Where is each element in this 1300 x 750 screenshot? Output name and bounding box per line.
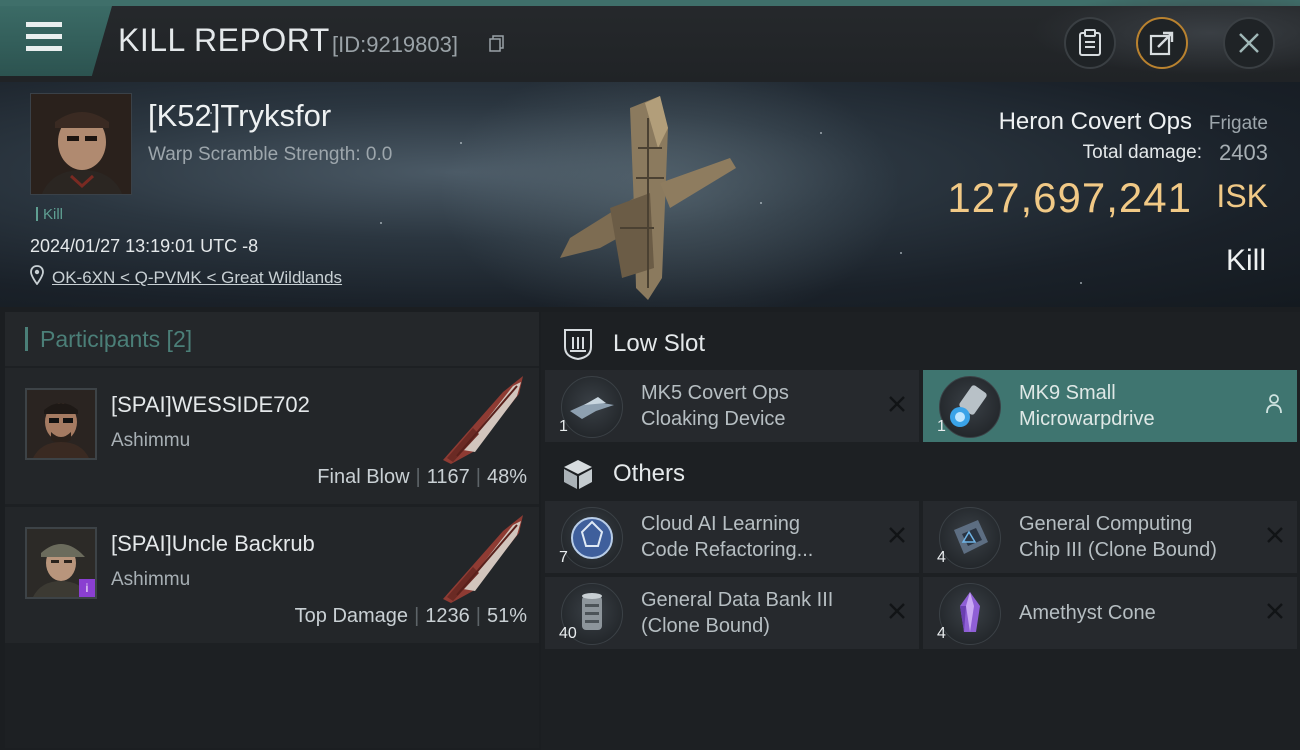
menu-icon[interactable] xyxy=(26,22,62,52)
close-icon xyxy=(1239,33,1259,53)
item-name-line1: Amethyst Cone xyxy=(1019,602,1156,624)
ai-learning-sphere-icon xyxy=(561,507,623,569)
participant-ship: Ashimmu xyxy=(111,569,191,590)
report-id: [ID:9219803] xyxy=(332,32,458,57)
page-title: KILL REPORT xyxy=(118,22,330,58)
participant-damage: 1167 xyxy=(426,466,470,488)
participant-damage: 1236 xyxy=(425,605,470,627)
participant-name[interactable]: [SPAI]WESSIDE702 xyxy=(111,392,310,418)
item-slot[interactable]: 7 Cloud AI Learning Code Refactoring... xyxy=(545,501,919,573)
item-name-line2: Microwarpdrive xyxy=(1019,408,1155,430)
item-quantity: 4 xyxy=(937,549,946,566)
warp-scramble-strength: Warp Scramble Strength: 0.0 xyxy=(148,144,393,165)
victim-hero: [K52]Tryksfor Warp Scramble Strength: 0.… xyxy=(0,82,1300,307)
participant-stats: Top Damage | 1236 | 51% xyxy=(294,605,527,627)
others-header: Others xyxy=(541,446,1300,500)
item-name-line1: Cloud AI Learning xyxy=(641,513,801,535)
victim-ship-name[interactable]: Heron Covert Ops xyxy=(999,108,1192,136)
avatar xyxy=(27,390,95,458)
close-button[interactable] xyxy=(1223,17,1275,69)
star xyxy=(760,202,762,204)
participants-title: Participants [2] xyxy=(25,326,192,353)
victim-portrait[interactable] xyxy=(30,93,132,195)
kill-tag: Kill xyxy=(36,206,63,223)
low-slot-icon xyxy=(564,329,592,361)
item-name-line2: Code Refactoring... xyxy=(641,539,814,561)
clipboard-button[interactable] xyxy=(1064,17,1116,69)
participant-stats: Final Blow | 1167 | 48% xyxy=(317,466,527,488)
star xyxy=(900,252,902,254)
participant-percent: 48% xyxy=(486,466,527,488)
low-slot-header: Low Slot xyxy=(541,316,1300,370)
kill-result: Kill xyxy=(1225,244,1266,277)
victim-ship-image xyxy=(560,96,736,300)
location-pin-icon xyxy=(30,265,44,285)
cube-icon xyxy=(564,460,592,489)
item-name-line1: MK5 Covert Ops xyxy=(641,382,789,404)
items-panel: Low Slot 1 MK5 Covert Ops Cloaking Devic… xyxy=(541,312,1300,750)
low-slot-title: Low Slot xyxy=(613,330,706,357)
participant-row[interactable]: [SPAI]WESSIDE702 Ashimmu Final Blow | 1167… xyxy=(5,368,539,504)
star xyxy=(380,222,382,224)
share-button[interactable] xyxy=(1136,17,1188,69)
item-quantity: 1 xyxy=(559,418,568,435)
microwarpdrive-icon xyxy=(939,376,1001,438)
star xyxy=(820,132,822,134)
others-title: Others xyxy=(613,460,686,487)
avatar xyxy=(31,94,131,194)
participant-ship-image xyxy=(443,515,523,603)
total-damage-label: Total damage: xyxy=(1082,142,1202,163)
top-bar: KILL REPORT [ID:9219803] xyxy=(0,0,1300,82)
item-name-line1: General Computing xyxy=(1019,513,1193,535)
participants-header: Participants [2] xyxy=(5,312,539,366)
item-name-line1: General Data Bank III xyxy=(641,589,834,611)
total-damage-value: 2403 xyxy=(1219,140,1268,165)
isk-value: 127,697,241 xyxy=(947,174,1192,221)
person-icon xyxy=(1266,394,1282,414)
item-slot[interactable]: 1 MK5 Covert Ops Cloaking Device xyxy=(545,370,919,442)
participants-panel: Participants [2] [SPAI]WESSIDE702 Ashimm… xyxy=(5,312,539,748)
item-slot[interactable]: 4 General Computing Chip III (Clone Boun… xyxy=(923,501,1297,573)
participant-row[interactable]: i [SPAI]Uncle Backrub Ashimmu Top Damage… xyxy=(5,507,539,643)
participant-avatar[interactable]: i xyxy=(25,527,97,599)
destroyed-x-icon xyxy=(1267,527,1283,543)
computing-chip-icon xyxy=(939,507,1001,569)
item-name-line2: Chip III (Clone Bound) xyxy=(1019,539,1217,561)
star xyxy=(1080,282,1082,284)
participant-ship: Ashimmu xyxy=(111,430,191,451)
participant-ship-image xyxy=(443,376,523,464)
item-name-line2: (Clone Bound) xyxy=(641,615,770,637)
item-quantity: 7 xyxy=(559,549,568,566)
item-slot[interactable]: 40 General Data Bank III (Clone Bound) xyxy=(545,577,919,649)
amethyst-crystal-icon xyxy=(939,583,1001,645)
victim-ship-class: Frigate xyxy=(1208,113,1268,134)
participant-avatar[interactable] xyxy=(25,388,97,460)
participant-percent: 51% xyxy=(486,605,527,627)
kill-datetime: 2024/01/27 13:19:01 UTC -8 xyxy=(30,236,259,256)
participant-role: Top Damage xyxy=(294,605,409,627)
item-quantity: 1 xyxy=(937,418,946,435)
star xyxy=(460,142,462,144)
isk-unit: ISK xyxy=(1216,178,1268,214)
item-slot[interactable]: 1 MK9 Small Microwarpdrive xyxy=(923,370,1297,442)
cloaking-device-icon xyxy=(561,376,623,438)
clipboard-icon xyxy=(1079,29,1101,56)
item-name-line1: MK9 Small xyxy=(1019,382,1116,404)
share-icon xyxy=(1149,31,1174,56)
info-badge-icon: i xyxy=(79,579,95,597)
participant-role: Final Blow xyxy=(317,466,410,488)
item-quantity: 40 xyxy=(559,625,577,642)
destroyed-x-icon xyxy=(889,527,905,543)
copy-icon[interactable] xyxy=(489,35,505,53)
participant-name[interactable]: [SPAI]Uncle Backrub xyxy=(111,531,315,557)
item-name-line2: Cloaking Device xyxy=(641,408,786,430)
destroyed-x-icon xyxy=(889,603,905,619)
item-slot[interactable]: 4 Amethyst Cone xyxy=(923,577,1297,649)
destroyed-x-icon xyxy=(1267,603,1283,619)
victim-name[interactable]: [K52]Tryksfor xyxy=(148,98,331,134)
item-quantity: 4 xyxy=(937,625,946,642)
destroyed-x-icon xyxy=(889,396,905,412)
location-link[interactable]: OK-6XN < Q-PVMK < Great Wildlands xyxy=(52,268,342,288)
